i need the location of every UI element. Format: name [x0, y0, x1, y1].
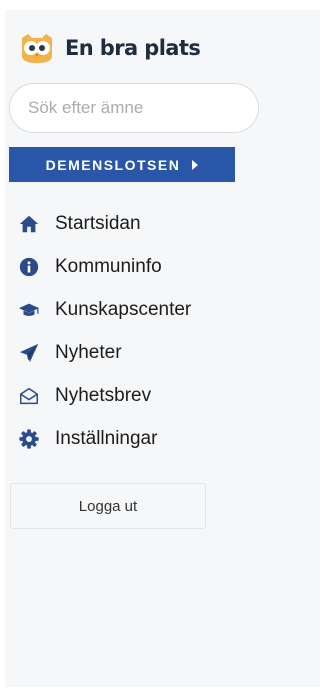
graduation-cap-icon [17, 298, 41, 322]
demenslotsen-banner-link[interactable]: DEMENSLOTSEN [9, 147, 235, 182]
menu-item-nyheter[interactable]: Nyheter [17, 331, 191, 374]
menu-item-kommuninfo[interactable]: Kommuninfo [17, 245, 191, 288]
owl-icon [22, 34, 52, 63]
brand-name: En bra plats [65, 36, 201, 60]
search-input[interactable] [9, 83, 259, 133]
menu-item-installningar[interactable]: Inställningar [17, 417, 191, 460]
logo[interactable]: En bra plats [19, 32, 201, 64]
info-icon [17, 255, 41, 279]
menu-item-kunskapscenter[interactable]: Kunskapscenter [17, 288, 191, 331]
menu-item-startsidan[interactable]: Startsidan [17, 202, 191, 245]
menu-label-startsidan: Startsidan [55, 212, 141, 234]
chevron-right-icon [192, 159, 199, 170]
main-menu: Startsidan Kommuninfo Kunskapscenter Nyh… [17, 202, 191, 460]
logout-button[interactable]: Logga ut [10, 483, 206, 529]
envelope-icon [17, 384, 41, 408]
banner-label: DEMENSLOTSEN [45, 156, 181, 173]
home-icon [17, 212, 41, 236]
menu-label-nyheter: Nyheter [55, 341, 122, 363]
paper-plane-icon [17, 341, 41, 365]
menu-label-kommuninfo: Kommuninfo [55, 255, 162, 277]
menu-item-nyhetsbrev[interactable]: Nyhetsbrev [17, 374, 191, 417]
menu-label-installningar: Inställningar [55, 427, 158, 449]
sidebar: En bra plats DEMENSLOTSEN Startsidan Kom… [5, 10, 320, 687]
gear-icon [17, 427, 41, 451]
menu-label-kunskapscenter: Kunskapscenter [55, 298, 192, 320]
menu-label-nyhetsbrev: Nyhetsbrev [55, 384, 152, 406]
